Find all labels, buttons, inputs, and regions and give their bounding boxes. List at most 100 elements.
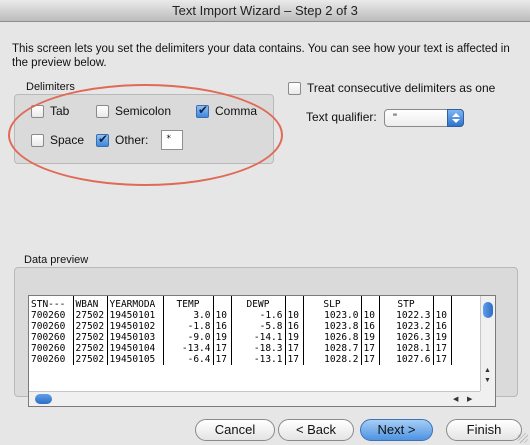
preview-row: 700260 27502 19450105 -6.4 17 -13.1 17 1028.2 17…: [29, 354, 452, 365]
preview-cell: 1028.7: [303, 343, 362, 354]
preview-cell: 10: [285, 310, 304, 321]
window-title: Text Import Wizard – Step 2 of 3: [0, 0, 530, 22]
data-preview-title: Data preview: [24, 254, 89, 266]
comma-checkbox-box[interactable]: [196, 103, 209, 118]
text-qualifier-select[interactable]: ": [384, 109, 464, 127]
preview-cell: 27502: [73, 332, 108, 343]
vertical-scroll-thumb[interactable]: [483, 302, 493, 318]
preview-cell: SLP: [303, 296, 362, 310]
scroll-right-icon[interactable]: ▶: [467, 395, 472, 403]
semicolon-checkbox-box[interactable]: [96, 104, 109, 118]
preview-cell: 700260: [29, 310, 74, 321]
preview-cell: 1028.2: [303, 354, 362, 365]
space-checkbox[interactable]: Space: [31, 133, 84, 147]
preview-cell: 16: [213, 321, 232, 332]
preview-cell: DEWP: [231, 296, 286, 310]
preview-vertical-scrollbar[interactable]: ▲ ▼: [480, 296, 495, 393]
preview-cell: 700260: [29, 321, 74, 332]
other-delimiter-input[interactable]: *: [161, 130, 183, 150]
preview-cell: [213, 296, 232, 310]
text-import-wizard: This screen lets you set the delimiters …: [0, 22, 530, 445]
preview-cell: 1023.8: [303, 321, 362, 332]
comma-label: Comma: [215, 104, 258, 118]
preview-cell: 19450101: [107, 310, 164, 321]
preview-cell: 16: [433, 321, 452, 332]
preview-cell: 19450103: [107, 332, 164, 343]
preview-cell: -1.8: [163, 321, 214, 332]
preview-cell: 27502: [73, 321, 108, 332]
consecutive-delimiters-checkbox[interactable]: Treat consecutive delimiters as one: [288, 81, 495, 95]
text-qualifier-label: Text qualifier:: [306, 110, 377, 124]
preview-row: 700260 27502 19450101 3.0 10 -1.6 10 1023.0 10 10…: [29, 310, 452, 321]
preview-cell: -6.4: [163, 354, 214, 365]
intro-text: This screen lets you set the delimiters …: [12, 43, 510, 69]
other-checkbox[interactable]: Other:: [96, 132, 149, 147]
tab-checkbox[interactable]: Tab: [31, 104, 69, 118]
preview-cell: 17: [361, 354, 380, 365]
preview-cell: 1026.3: [379, 332, 434, 343]
preview-cell: -18.3: [231, 343, 286, 354]
data-preview-table: STN--- WBAN YEARMODA TEMP DEWP SLP STP 700260 27…: [29, 296, 452, 365]
preview-cell: 27502: [73, 310, 108, 321]
back-button[interactable]: < Back: [278, 419, 354, 441]
scroll-left-icon[interactable]: ◀: [453, 395, 458, 403]
consecutive-checkbox-box[interactable]: [288, 81, 301, 95]
other-checkbox-box[interactable]: [96, 132, 109, 147]
preview-cell: 3.0: [163, 310, 214, 321]
preview-cell: 700260: [29, 332, 74, 343]
comma-checkbox[interactable]: Comma: [196, 103, 258, 118]
resize-grip-icon[interactable]: [518, 433, 528, 443]
preview-cell: 17: [285, 343, 304, 354]
scroll-up-icon[interactable]: ▲: [484, 367, 491, 374]
preview-cell: -13.4: [163, 343, 214, 354]
preview-cell: 10: [361, 310, 380, 321]
select-arrows-icon[interactable]: [447, 109, 464, 127]
preview-cell: 17: [213, 354, 232, 365]
preview-cell: [361, 296, 380, 310]
tab-checkbox-box[interactable]: [31, 104, 44, 118]
preview-cell: 1028.1: [379, 343, 434, 354]
preview-cell: 16: [361, 321, 380, 332]
finish-button[interactable]: Finish: [446, 419, 522, 441]
text-qualifier-value: ": [393, 112, 397, 124]
preview-cell: -5.8: [231, 321, 286, 332]
preview-cell: 17: [361, 343, 380, 354]
preview-cell: 19: [433, 332, 452, 343]
preview-cell: 1027.6: [379, 354, 434, 365]
preview-cell: 17: [433, 354, 452, 365]
preview-cell: 1023.0: [303, 310, 362, 321]
semicolon-checkbox[interactable]: Semicolon: [96, 104, 171, 118]
preview-cell: 19: [361, 332, 380, 343]
cancel-button[interactable]: Cancel: [195, 419, 275, 441]
space-checkbox-box[interactable]: [31, 133, 44, 147]
preview-horizontal-scrollbar[interactable]: ◀ ▶: [29, 391, 482, 406]
preview-cell: TEMP: [163, 296, 214, 310]
preview-cell: 10: [213, 310, 232, 321]
preview-cell: -14.1: [231, 332, 286, 343]
preview-cell: YEARMODA: [107, 296, 164, 310]
preview-cell: 19: [213, 332, 232, 343]
preview-cell: 700260: [29, 354, 74, 365]
preview-cell: 16: [285, 321, 304, 332]
space-label: Space: [50, 133, 85, 147]
preview-cell: 27502: [73, 343, 108, 354]
preview-row: 700260 27502 19450102 -1.8 16 -5.8 16 1023.8 16 1…: [29, 321, 452, 332]
other-label: Other:: [115, 133, 149, 147]
data-preview-pane[interactable]: STN--- WBAN YEARMODA TEMP DEWP SLP STP 700260 27…: [28, 295, 496, 407]
preview-row: 700260 27502 19450104 -13.4 17 -18.3 17 1028.7 1…: [29, 343, 452, 354]
preview-cell: 19450104: [107, 343, 164, 354]
preview-cell: WBAN: [73, 296, 108, 310]
delimiters-title: Delimiters: [26, 81, 75, 93]
preview-cell: 10: [433, 310, 452, 321]
preview-cell: 17: [213, 343, 232, 354]
next-button[interactable]: Next >: [360, 419, 433, 441]
preview-cell: [285, 296, 304, 310]
preview-cell: [433, 296, 452, 310]
horizontal-scroll-thumb[interactable]: [35, 394, 52, 404]
scroll-down-icon[interactable]: ▼: [484, 377, 491, 384]
preview-cell: 1022.3: [379, 310, 434, 321]
preview-row: 700260 27502 19450103 -9.0 19 -14.1 19 1026.8 19…: [29, 332, 452, 343]
preview-cell: 19: [285, 332, 304, 343]
preview-row: STN--- WBAN YEARMODA TEMP DEWP SLP STP: [29, 296, 452, 310]
preview-cell: -9.0: [163, 332, 214, 343]
